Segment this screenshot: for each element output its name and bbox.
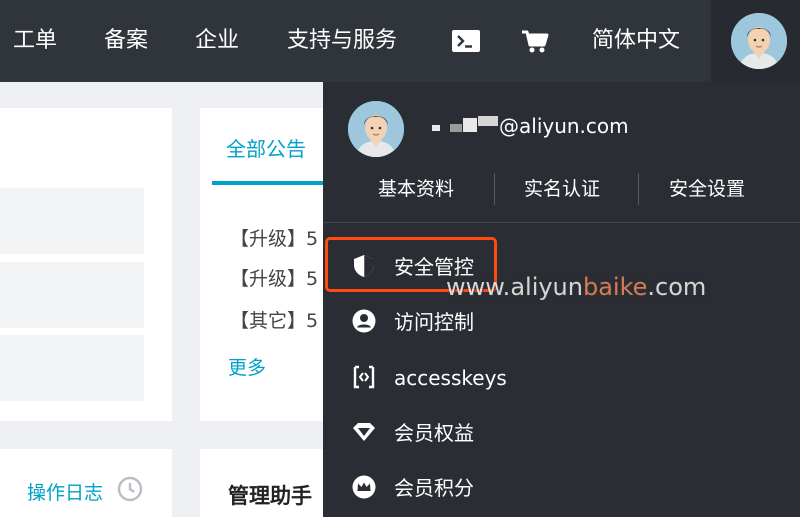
language-selector[interactable]: 简体中文 <box>592 0 680 82</box>
tab-active-indicator <box>212 181 324 185</box>
more-notices-link[interactable]: 更多 <box>228 353 266 380</box>
overview-card <box>0 108 172 421</box>
notice-item[interactable]: 【其它】5 <box>230 306 318 333</box>
nav-item-tickets[interactable]: 工单 <box>13 0 57 82</box>
menu-item-member-points[interactable]: 会员积分 <box>323 462 800 514</box>
menu-label: 会员权益 <box>394 421 474 445</box>
notice-item[interactable]: 【升级】5 <box>230 264 318 291</box>
link-basic-profile[interactable]: 基本资料 <box>378 174 454 201</box>
menu-label: accesskeys <box>394 366 507 390</box>
placeholder-block <box>0 262 144 328</box>
menu-label: 访问控制 <box>394 310 474 334</box>
masked-username <box>450 124 462 132</box>
dropdown-avatar <box>348 101 404 157</box>
placeholder-block <box>0 335 144 401</box>
masked-username <box>478 116 498 126</box>
nav-item-support[interactable]: 支持与服务 <box>287 0 397 82</box>
account-email: @aliyun.com <box>499 114 629 138</box>
placeholder-block <box>0 188 144 254</box>
terminal-icon[interactable] <box>451 27 481 55</box>
tab-all-notices[interactable]: 全部公告 <box>226 133 306 162</box>
menu-item-accesskeys[interactable]: accesskeys <box>323 352 800 404</box>
divider <box>494 173 495 205</box>
masked-username <box>463 118 477 132</box>
nav-item-filing[interactable]: 备案 <box>104 0 148 82</box>
menu-item-access-control[interactable]: 访问控制 <box>323 296 800 348</box>
crown-icon <box>352 475 376 499</box>
assistant-title: 管理助手 <box>228 484 312 508</box>
link-real-name-auth[interactable]: 实名认证 <box>524 174 600 201</box>
diamond-icon <box>353 423 375 441</box>
watermark: www.aliyunbaike.com <box>446 273 707 301</box>
cart-icon[interactable] <box>520 27 550 55</box>
person-icon <box>352 309 376 333</box>
notice-item[interactable]: 【升级】5 <box>230 224 318 251</box>
divider <box>323 222 800 223</box>
nav-item-enterprise[interactable]: 企业 <box>195 0 239 82</box>
clock-icon[interactable] <box>117 476 143 502</box>
divider <box>638 173 639 205</box>
menu-label: 会员积分 <box>394 476 474 500</box>
code-bracket-icon <box>353 365 375 389</box>
avatar-button[interactable] <box>711 0 800 82</box>
user-avatar <box>731 13 787 69</box>
operation-log-link[interactable]: 操作日志 <box>27 478 103 505</box>
masked-username <box>432 125 440 131</box>
link-security-settings[interactable]: 安全设置 <box>669 174 745 201</box>
top-navbar: 工单 备案 企业 支持与服务 简体中文 <box>0 0 800 82</box>
menu-item-member-benefits[interactable]: 会员权益 <box>323 407 800 459</box>
